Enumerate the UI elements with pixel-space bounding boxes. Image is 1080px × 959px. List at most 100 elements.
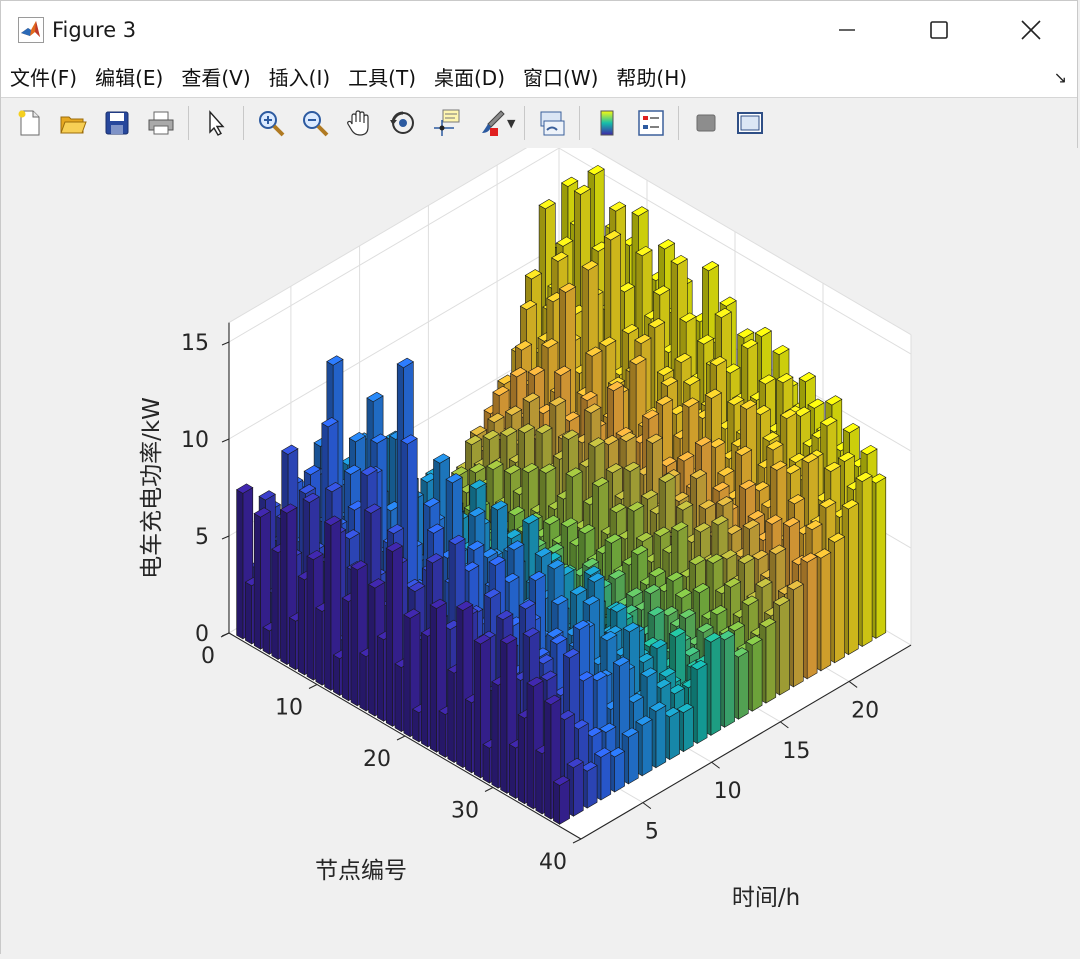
- menu-tools[interactable]: 工具(T): [339, 59, 425, 97]
- title-bar[interactable]: Figure 3: [1, 1, 1077, 59]
- hide-plot-tools-icon: [696, 114, 716, 132]
- brush-dropdown-icon[interactable]: ▼: [507, 117, 515, 130]
- bar-side-face: [341, 597, 349, 702]
- bar-side-face: [544, 700, 552, 820]
- new-figure-icon: [18, 110, 40, 136]
- z-tick-label: 10: [181, 428, 209, 453]
- menu-insert[interactable]: 插入(I): [260, 59, 340, 97]
- toolbar-separator: [188, 106, 189, 140]
- bar-front-face: [683, 706, 694, 753]
- menu-desktop[interactable]: 桌面(D): [425, 59, 514, 97]
- bar-side-face: [553, 781, 561, 825]
- bar-front-face: [573, 761, 584, 817]
- x-tick-label: 10: [714, 779, 742, 804]
- bar-front-face: [793, 583, 804, 688]
- figure-window: Figure 3 文件(F) 编辑(E) 查看(V) 插入(I) 工具(T) 桌…: [0, 0, 1079, 955]
- bar-side-face: [394, 663, 402, 733]
- bar-front-face: [820, 551, 832, 672]
- save-icon: [105, 111, 129, 135]
- toolbar-separator: [579, 106, 581, 140]
- select-arrow-icon: [209, 110, 225, 136]
- link-plot-icon: [540, 111, 565, 136]
- bar-side-face: [385, 547, 393, 727]
- bar-side-face: [377, 635, 385, 722]
- figure-toolbar: ▼: [1, 98, 1077, 149]
- show-plot-tools-icon: [737, 112, 764, 134]
- bar-side-face: [535, 749, 543, 815]
- bar-h1-n37: [552, 775, 571, 825]
- toolbar-separator: [524, 106, 526, 140]
- y-tick: [308, 684, 318, 689]
- bar-front-face: [738, 650, 749, 720]
- print-button[interactable]: [143, 105, 179, 141]
- toolbar-separator: [678, 106, 680, 140]
- legend-icon: [638, 110, 665, 136]
- z-tick: [221, 438, 230, 443]
- bar-side-face: [236, 489, 244, 640]
- bar-side-face: [271, 548, 279, 661]
- data-cursor-button[interactable]: [429, 105, 465, 141]
- close-button[interactable]: [985, 1, 1077, 59]
- zoom-in-icon: [259, 111, 285, 137]
- legend-button[interactable]: [633, 105, 669, 141]
- window-title: Figure 3: [52, 18, 137, 42]
- colorbar-button[interactable]: [589, 105, 625, 141]
- bar-front-face: [655, 705, 667, 769]
- figure-canvas[interactable]: 0 5 10 15 0 10 20 30 40 5 10 15 20 时间/h 节点编号 电车充电功率/…: [1, 128, 1079, 955]
- menu-window[interactable]: 窗口(W): [514, 59, 607, 97]
- bar3-chart[interactable]: 0510150102030405101520 时间/h 节点编号 电车充电功率/…: [1, 128, 1079, 955]
- bar-front-face: [710, 635, 722, 736]
- hide-plot-tools-button[interactable]: [688, 105, 724, 141]
- link-plot-button[interactable]: [534, 105, 570, 141]
- bar-side-face: [297, 575, 305, 676]
- bar-side-face: [412, 708, 420, 743]
- bar-front-face: [669, 710, 680, 761]
- bar-front-face: [641, 718, 653, 777]
- maximize-button[interactable]: [893, 1, 985, 59]
- menu-edit[interactable]: 编辑(E): [86, 59, 172, 97]
- brush-icon: [482, 110, 505, 136]
- bar-front-face: [696, 663, 708, 745]
- dock-arrow-icon[interactable]: ↘: [1054, 68, 1067, 87]
- minimize-button[interactable]: [801, 1, 893, 59]
- open-file-icon: [60, 116, 87, 134]
- zoom-out-button[interactable]: [297, 105, 333, 141]
- pan-button[interactable]: [341, 105, 377, 141]
- new-figure-button[interactable]: [11, 105, 47, 141]
- brush-button[interactable]: [473, 105, 509, 141]
- show-plot-tools-button[interactable]: [732, 105, 768, 141]
- zoom-out-icon: [303, 111, 329, 137]
- open-file-button[interactable]: [55, 105, 91, 141]
- menu-view[interactable]: 查看(V): [172, 59, 259, 97]
- window-controls: [801, 1, 1077, 59]
- bar-side-face: [526, 682, 534, 810]
- select-arrow-button[interactable]: [198, 105, 234, 141]
- bar-side-face: [447, 668, 455, 764]
- z-tick: [221, 341, 230, 346]
- menu-help[interactable]: 帮助(H): [607, 59, 696, 97]
- bar-side-face: [324, 521, 332, 691]
- data-cursor-icon: [434, 109, 460, 136]
- save-button[interactable]: [99, 105, 135, 141]
- bar-side-face: [500, 639, 508, 794]
- bar-side-face: [350, 565, 358, 707]
- y-tick: [396, 735, 406, 741]
- close-icon: [1021, 20, 1041, 40]
- menu-file[interactable]: 文件(F): [1, 59, 86, 97]
- bar-side-face: [368, 583, 376, 717]
- bar-front-face: [614, 750, 625, 793]
- zoom-in-button[interactable]: [253, 105, 289, 141]
- bar-side-face: [517, 714, 525, 805]
- bar-side-face: [253, 512, 261, 650]
- y-axis-label: 节点编号: [315, 858, 407, 884]
- rotate-3d-button[interactable]: [385, 105, 421, 141]
- bar-side-face: [403, 614, 411, 738]
- y-tick: [484, 787, 494, 792]
- y-tick-label: 20: [363, 747, 391, 772]
- bar-side-face: [262, 626, 270, 655]
- colorbar-icon: [600, 110, 614, 136]
- menu-bar: 文件(F) 编辑(E) 查看(V) 插入(I) 工具(T) 桌面(D) 窗口(W…: [1, 59, 1077, 98]
- bar-side-face: [421, 632, 429, 748]
- bar-front-face: [875, 476, 887, 639]
- bar-front-face: [806, 556, 818, 680]
